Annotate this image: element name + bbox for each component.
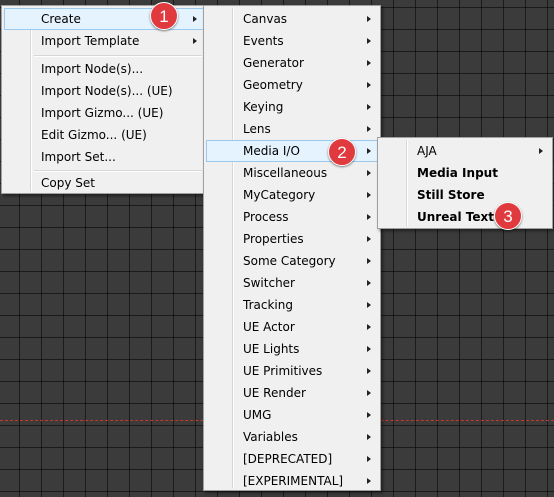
menu-item-label: Geometry [243,78,303,92]
menu-item-label: Import Node(s)... (UE) [41,84,173,98]
submenu-item-variables[interactable]: Variables [206,426,378,448]
media-io-submenu: AJA Media Input Still Store Unreal Textu… [377,137,553,229]
submenu-arrow-icon [367,214,371,220]
submenu-arrow-icon [367,324,371,330]
submenu-item-some-category[interactable]: Some Category [206,250,378,272]
menu-item-label: AJA [417,144,437,158]
submenu-item-ue-render[interactable]: UE Render [206,382,378,404]
submenu-item-unreal-texture[interactable]: Unreal Texture [380,206,550,228]
submenu-arrow-icon [367,456,371,462]
submenu-arrow-icon [367,60,371,66]
menu-item-label: Import Set... [41,150,116,164]
submenu-item-events[interactable]: Events [206,30,378,52]
menu-item-label: Still Store [417,188,485,202]
menu-item-label: Tracking [243,298,293,312]
submenu-item-aja[interactable]: AJA [380,140,550,162]
menu-item-label: Generator [243,56,304,70]
menu-item-label: Import Gizmo... (UE) [41,106,164,120]
submenu-item-deprecated[interactable]: [DEPRECATED] [206,448,378,470]
submenu-arrow-icon [367,236,371,242]
submenu-arrow-icon [367,280,371,286]
submenu-arrow-icon [367,104,371,110]
submenu-arrow-icon [367,368,371,374]
menu-item-label: Keying [243,100,284,114]
submenu-item-geometry[interactable]: Geometry [206,74,378,96]
submenu-item-still-store[interactable]: Still Store [380,184,550,206]
submenu-item-lens[interactable]: Lens [206,118,378,140]
menu-item-label: UMG [243,408,272,422]
submenu-item-process[interactable]: Process [206,206,378,228]
menu-item-label: Lens [243,122,271,136]
submenu-arrow-icon [367,302,371,308]
menu-item-label: Import Template [41,34,140,48]
submenu-arrow-icon [367,390,371,396]
submenu-arrow-icon [367,258,371,264]
submenu-arrow-icon [367,478,371,484]
submenu-item-miscellaneous[interactable]: Miscellaneous [206,162,378,184]
menu-item-import-set[interactable]: Import Set... [4,146,204,168]
menu-separator [34,55,202,57]
menu-item-import-nodes[interactable]: Import Node(s)... [4,58,204,80]
menu-item-label: UE Lights [243,342,300,356]
menu-item-label: [DEPRECATED] [243,452,333,466]
submenu-arrow-icon [367,412,371,418]
menu-item-label: Miscellaneous [243,166,328,180]
submenu-arrow-icon [193,16,197,22]
submenu-arrow-icon [193,38,197,44]
submenu-arrow-icon [367,16,371,22]
submenu-arrow-icon [367,148,371,154]
create-submenu: Canvas Events Generator Geometry Keying … [203,5,381,491]
submenu-arrow-icon [367,82,371,88]
submenu-item-generator[interactable]: Generator [206,52,378,74]
menu-item-import-template[interactable]: Import Template [4,30,204,52]
submenu-item-properties[interactable]: Properties [206,228,378,250]
menu-item-label: Create [41,12,81,26]
menu-item-label: Variables [243,430,298,444]
submenu-arrow-icon [539,148,543,154]
submenu-arrow-icon [367,38,371,44]
submenu-item-ue-lights[interactable]: UE Lights [206,338,378,360]
submenu-item-tracking[interactable]: Tracking [206,294,378,316]
menu-item-label: Process [243,210,289,224]
menu-item-label: Switcher [243,276,295,290]
menu-item-edit-gizmo-ue[interactable]: Edit Gizmo... (UE) [4,124,204,146]
submenu-item-umg[interactable]: UMG [206,404,378,426]
menu-item-label: Copy Set [41,176,95,190]
menu-item-import-nodes-ue[interactable]: Import Node(s)... (UE) [4,80,204,102]
menu-item-label: Import Node(s)... [41,62,144,76]
submenu-item-canvas[interactable]: Canvas [206,8,378,30]
submenu-arrow-icon [367,346,371,352]
menu-item-label: Events [243,34,284,48]
submenu-item-media-input[interactable]: Media Input [380,162,550,184]
step-3-badge: 3 [494,202,522,230]
submenu-item-experimental[interactable]: [EXPERIMENTAL] [206,470,378,492]
step-1-badge: 1 [150,2,178,30]
menu-item-label: UE Render [243,386,306,400]
menu-item-label: [EXPERIMENTAL] [243,474,344,488]
submenu-arrow-icon [367,192,371,198]
menu-item-label: Canvas [243,12,288,26]
submenu-item-ue-actor[interactable]: UE Actor [206,316,378,338]
step-2-badge: 2 [328,138,356,166]
menu-item-label: MyCategory [243,188,316,202]
menu-item-label: Edit Gizmo... (UE) [41,128,147,142]
menu-item-label: Media Input [417,166,498,180]
menu-item-label: Some Category [243,254,336,268]
submenu-arrow-icon [367,126,371,132]
menu-item-label: Properties [243,232,304,246]
menu-item-copy-set[interactable]: Copy Set [4,172,204,194]
submenu-item-mycategory[interactable]: MyCategory [206,184,378,206]
menu-item-label: Media I/O [243,144,300,158]
submenu-item-switcher[interactable]: Switcher [206,272,378,294]
submenu-item-ue-primitives[interactable]: UE Primitives [206,360,378,382]
menu-item-label: UE Primitives [243,364,323,378]
submenu-item-keying[interactable]: Keying [206,96,378,118]
menu-item-import-gizmo-ue[interactable]: Import Gizmo... (UE) [4,102,204,124]
submenu-arrow-icon [367,434,371,440]
context-menu: Create Import Template Import Node(s)...… [1,5,207,194]
menu-item-label: UE Actor [243,320,295,334]
submenu-arrow-icon [367,170,371,176]
